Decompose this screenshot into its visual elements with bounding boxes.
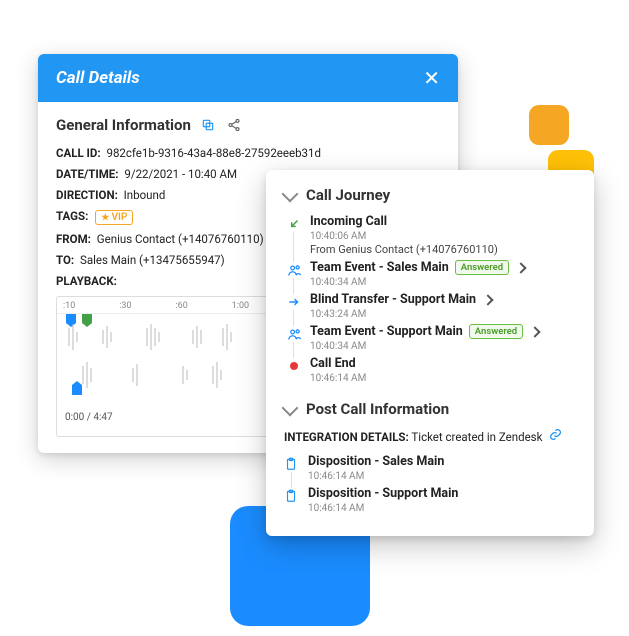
chevron-right-icon [529,326,540,337]
playback-total-time: 4:47 [93,412,112,423]
call-end-icon [286,358,302,374]
waveform-marker-bottom-icon[interactable] [71,380,83,396]
journey-item-title: Team Event - Sales Main [310,260,449,275]
journey-item-time: 10:40:34 AM [310,277,576,288]
general-information-heading: General Information [56,116,440,134]
journey-item-transfer[interactable]: Blind Transfer - Support Main 10:43:24 A… [286,292,576,320]
disposition-title: Disposition - Support Main [308,486,458,501]
disposition-time: 10:46:14 AM [308,503,576,514]
journey-item-title: Team Event - Support Main [310,324,463,339]
datetime-label: DATE/TIME: [56,167,119,181]
journey-item-end: Call End 10:46:14 AM [286,356,576,384]
journey-item-title: Call End [310,356,356,371]
clipboard-icon [284,488,300,504]
status-badge-answered: Answered [469,324,523,339]
share-icon[interactable] [225,116,243,134]
team-icon [286,262,302,278]
transfer-icon [286,294,302,310]
playback-current-time: 0:00 [65,412,84,423]
journey-item-subtitle: From Genius Contact (+14076760110) [310,243,576,256]
field-call-id: CALL ID: 982cfe1b-9316-43a4-88e8-27592ee… [56,146,440,160]
journey-item-time: 10:40:34 AM [310,341,576,352]
close-icon[interactable]: ✕ [423,66,440,90]
status-badge-answered: Answered [455,260,509,275]
call-journey-card: Call Journey Incoming Call 10:40:06 AM F… [266,170,594,536]
ruler-tick: :10 [63,301,75,311]
ruler-tick: :60 [175,301,187,311]
direction-value: Inbound [124,188,166,202]
to-value: Sales Main (+13475655947) [80,253,225,267]
ruler-tick: 1:00 [232,301,249,311]
journey-item-time: 10:43:24 AM [310,309,576,320]
disposition-item-support[interactable]: Disposition - Support Main 10:46:14 AM [284,486,576,514]
copy-icon[interactable] [199,116,217,134]
journey-item-title: Blind Transfer - Support Main [310,292,476,307]
integration-details-row: INTEGRATION DETAILS: Ticket created in Z… [284,428,576,444]
from-label: FROM: [56,232,91,246]
from-value: Genius Contact (+14076760110) [97,232,264,246]
direction-label: DIRECTION: [56,188,118,202]
to-label: TO: [56,253,74,267]
playback-time: 0:00 / 4:47 [65,412,113,423]
disposition-item-sales[interactable]: Disposition - Sales Main 10:46:14 AM [284,454,576,482]
team-icon [286,326,302,342]
decorative-orange-block [529,105,569,145]
journey-item-title: Incoming Call [310,214,387,229]
journey-item-incoming: Incoming Call 10:40:06 AM From Genius Co… [286,214,576,256]
external-link-icon[interactable] [549,428,562,444]
datetime-value: 9/22/2021 - 10:40 AM [124,167,237,181]
call-details-header: Call Details ✕ [38,54,458,102]
disposition-title: Disposition - Sales Main [308,454,444,469]
call-journey-heading[interactable]: Call Journey [284,186,576,204]
journey-item-team-support[interactable]: Team Event - Support Main Answered 10:40… [286,324,576,352]
general-information-label: General Information [56,116,191,134]
post-call-label: Post Call Information [306,400,449,418]
clipboard-icon [284,456,300,472]
playback-label: PLAYBACK: [56,274,117,288]
integration-value: Ticket created in Zendesk [411,430,542,444]
tags-label: TAGS: [56,209,88,223]
journey-item-time: 10:46:14 AM [310,373,576,384]
disposition-time: 10:46:14 AM [308,471,576,482]
call-details-title: Call Details [56,68,140,88]
call-id-value: 982cfe1b-9316-43a4-88e8-27592eeeb31d [107,146,321,160]
ruler-tick: :30 [119,301,131,311]
call-id-label: CALL ID: [56,146,101,160]
call-journey-list: Incoming Call 10:40:06 AM From Genius Co… [284,214,576,384]
incoming-call-icon [286,216,302,232]
post-call-heading[interactable]: Post Call Information [284,400,576,418]
integration-label: INTEGRATION DETAILS: [284,430,409,444]
journey-item-team-sales[interactable]: Team Event - Sales Main Answered 10:40:3… [286,260,576,288]
call-journey-label: Call Journey [306,186,390,204]
journey-item-time: 10:40:06 AM [310,231,576,242]
vip-tag[interactable]: VIP [95,210,133,225]
chevron-right-icon [482,294,493,305]
chevron-right-icon [515,262,526,273]
